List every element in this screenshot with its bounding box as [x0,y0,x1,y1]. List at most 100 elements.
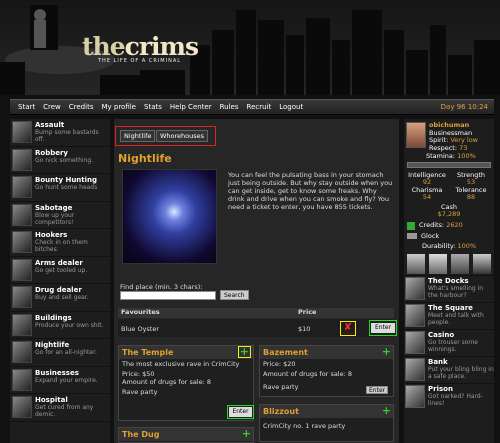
arms-thumbnail [12,258,32,281]
venue-tagline: CrimCity no. 1 rave party [263,422,346,430]
search-button[interactable]: Search [220,290,249,300]
hospital-thumbnail [12,396,32,418]
charisma-value: 54 [422,193,432,201]
venue-drugs: Amount of drugs for sale: 8 [122,378,212,386]
nav-logout[interactable]: Logout [279,103,303,111]
venue-card-the-dug: The Dug + [118,427,254,443]
enter-venue-button[interactable]: Enter [366,386,389,394]
sidebar-item-desc: Go for an all-nighter. [35,349,97,356]
weapon-name: Glock [421,231,440,240]
sabotage-thumbnail [12,203,32,226]
durability-label: Durability: [422,242,456,250]
sidebar-item-robbery[interactable]: Robbery Go nick something. [10,147,110,174]
nightlife-thumbnail [12,341,32,363]
link-bank[interactable]: Bank Put your bling bling in a safe place… [404,355,494,383]
link-desc: Meet and talk with people. [428,311,484,326]
link-title: Casino [428,330,455,339]
venue-title: The Dug [122,430,160,439]
sidebar-item-businesses[interactable]: Businesses Expand your empire. [10,367,110,394]
link-the-square[interactable]: The Square Meet and talk with people. [404,301,494,329]
sidebar-item-buildings[interactable]: Buildings Produce your own shit. [10,312,110,339]
sidebar-item-hospital[interactable]: Hospital Get cured from any demic. [10,394,110,422]
link-desc: What's smelling in the harbour? [428,284,484,299]
crew-avatar[interactable] [407,253,425,274]
tab-whorehouses[interactable]: Whorehouses [156,130,209,142]
remove-favourite-icon[interactable]: ✘ [340,321,356,336]
hookers-thumbnail [12,231,32,253]
site-logo[interactable]: thecrims [82,32,199,61]
sidebar-item-sabotage[interactable]: Sabotage Blow up your competitors! [10,202,110,229]
find-place-label: Find place (min. 3 chars): [120,283,203,291]
nav-credits[interactable]: Credits [69,103,94,111]
avatar[interactable] [406,122,426,148]
link-desc: Got narked? Hard-lines! [428,392,483,407]
venue-price: Price: $20 [263,360,296,368]
stamina-label: Stamina: [426,152,456,160]
enter-favourite-button[interactable]: Enter [369,320,397,336]
tolerance-value: 88 [466,193,476,201]
link-title: Prison [428,384,453,393]
sidebar-item-bounty-hunting[interactable]: Bounty Hunting Go hunt some heads [10,174,110,202]
add-favourite-icon[interactable]: + [382,346,391,357]
sidebar-item-drug-dealer[interactable]: Drug dealer Buy and sell gear. [10,284,110,312]
page-title: Nightlife [118,152,172,165]
respect-label: Respect: [429,143,458,152]
sidebar-item-hookers[interactable]: Hookers Check in on them bitches. [10,229,110,257]
drug-thumbnail [12,286,32,308]
square-thumbnail [405,303,425,327]
cash-value: $7,289 [437,210,461,218]
add-favourite-icon[interactable]: + [382,405,391,416]
find-place-input[interactable] [120,291,216,300]
player-stats: Intelligence Strength 92 53 Charisma Tol… [404,169,494,202]
sidebar-item-title: Businesses [35,368,79,377]
venue-card-blizzout: Blizzout + CrimCity no. 1 rave party [259,404,394,442]
nav-crew[interactable]: Crew [43,103,61,111]
assault-thumbnail [12,121,32,143]
city-skyline [0,5,500,95]
crew-avatar[interactable] [451,253,469,274]
link-casino[interactable]: Casino Go trouser some winnings. [404,328,494,356]
robbery-thumbnail [12,148,32,171]
sidebar-item-desc: Blow up your competitors! [35,211,75,226]
nav-recruit[interactable]: Recruit [247,103,272,111]
add-favourite-icon[interactable]: + [242,428,251,439]
add-favourite-icon[interactable]: + [237,346,251,358]
enter-venue-button[interactable]: Enter [227,405,254,419]
site-tagline: THE LIFE OF A CRIMINAL [98,58,182,64]
sidebar-item-desc: Get cured from any demic. [35,404,94,418]
sidebar-item-desc: Go get tooled up. [35,266,88,274]
nav-help-center[interactable]: Help Center [170,103,212,111]
sidebar-item-desc: Buy and sell gear. [35,294,89,301]
venue-drugs: Amount of drugs for sale: 8 [263,370,353,378]
venue-card-bazement: Bazement + Price: $20 Amount of drugs fo… [259,345,394,397]
sidebar-item-assault[interactable]: Assault Bump some bastards off. [10,119,110,147]
favourites-header: Favourites Price [118,308,394,318]
sidebar-item-title: Arms dealer [35,258,83,267]
nav-start[interactable]: Start [18,103,35,111]
venue-header: Bazement + [260,346,393,359]
crew-avatar[interactable] [429,253,447,274]
nav-stats[interactable]: Stats [144,103,162,111]
sidebar-item-title: Assault [35,121,65,129]
sidebar-item-title: Bounty Hunting [35,176,98,184]
crew-avatars [404,251,494,275]
nav-my-profile[interactable]: My profile [101,103,136,111]
credits-icon [407,221,415,230]
favourite-name[interactable]: Blue Oyster [121,325,159,333]
sidebar-item-arms-dealer[interactable]: Arms dealer Go get tooled up. [10,257,110,284]
sidebar-item-desc: Check in on them bitches. [35,239,88,253]
link-prison[interactable]: Prison Got narked? Hard-lines! [404,382,494,410]
bank-thumbnail [405,357,425,381]
link-desc: Put your bling bling in a safe place. [428,365,494,380]
sidebar-item-title: Sabotage [35,203,73,212]
link-the-docks[interactable]: The Docks What's smelling in the harbour? [404,274,494,302]
club-photo [122,169,217,264]
sidebar-item-nightlife[interactable]: Nightlife Go for an all-nighter. [10,339,110,367]
nav-rules[interactable]: Rules [220,103,239,111]
link-title: The Square [428,303,473,312]
tab-nightlife[interactable]: Nightlife [120,130,156,142]
left-sidebar: Assault Bump some bastards off. Robbery Go… [10,119,110,443]
venue-title: Blizzout [263,407,299,416]
stamina-value: 100% [457,152,476,160]
crew-avatar[interactable] [473,253,491,274]
